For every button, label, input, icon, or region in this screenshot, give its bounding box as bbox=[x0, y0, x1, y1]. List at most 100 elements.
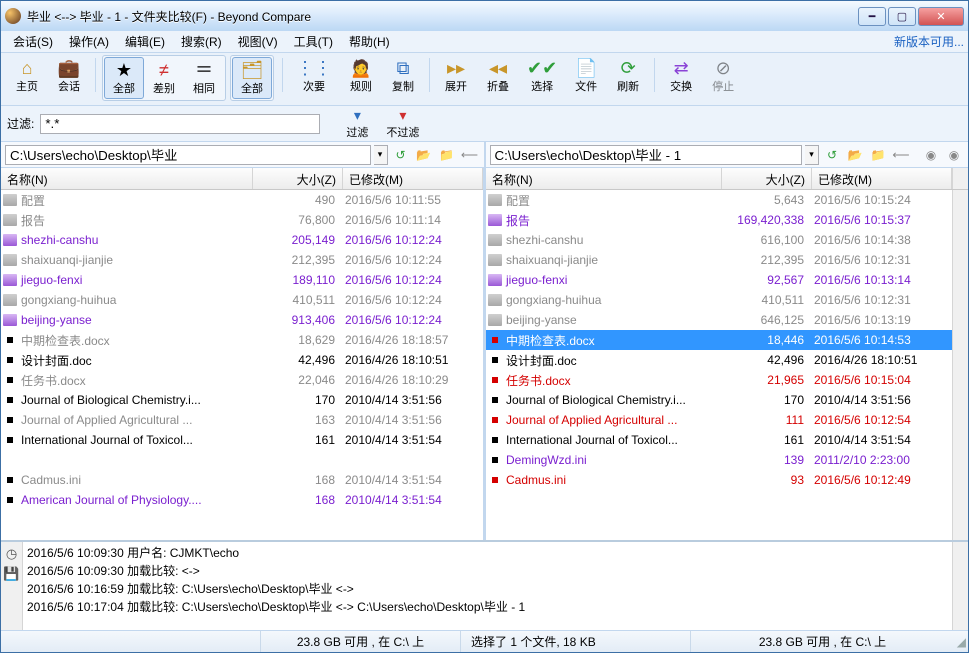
file-row[interactable] bbox=[1, 450, 483, 470]
tool-diff[interactable]: ≠差别 bbox=[144, 57, 184, 99]
menu-edit[interactable]: 编辑(E) bbox=[117, 31, 173, 52]
right-browse-button[interactable]: 📂 bbox=[845, 145, 865, 165]
log-body[interactable]: 2016/5/6 10:09:30 用户名: CJMKT\echo2016/5/… bbox=[23, 542, 952, 630]
file-row[interactable]: beijing-yanse913,4062016/5/6 10:12:24 bbox=[1, 310, 483, 330]
file-row[interactable]: 设计封面.doc42,4962016/4/26 18:10:51 bbox=[486, 350, 952, 370]
tool-all[interactable]: ★全部 bbox=[104, 57, 144, 99]
file-row[interactable]: Journal of Biological Chemistry.i...1702… bbox=[486, 390, 952, 410]
folder-open-icon: 📂 bbox=[416, 148, 431, 162]
save-icon[interactable]: 💾 bbox=[3, 566, 19, 582]
file-row[interactable]: 设计封面.doc42,4962016/4/26 18:10:51 bbox=[1, 350, 483, 370]
menu-view[interactable]: 视图(V) bbox=[230, 31, 286, 52]
right-path-input[interactable] bbox=[490, 145, 803, 165]
file-row[interactable]: jieguo-fenxi92,5672016/5/6 10:13:14 bbox=[486, 270, 952, 290]
tool-collapse[interactable]: ◂◂折叠 bbox=[478, 55, 518, 97]
header-name[interactable]: 名称(N) bbox=[486, 168, 722, 189]
left-back-button[interactable]: ⟵ bbox=[460, 145, 480, 165]
header-size[interactable]: 大小(Z) bbox=[722, 168, 812, 189]
left-rows[interactable]: 配置4902016/5/6 10:11:55报告76,8002016/5/6 1… bbox=[1, 190, 483, 540]
left-history-button[interactable]: ↺ bbox=[391, 145, 411, 165]
header-size[interactable]: 大小(Z) bbox=[253, 168, 343, 189]
menu-session[interactable]: 会话(S) bbox=[5, 31, 61, 52]
left-browse-button[interactable]: 📂 bbox=[414, 145, 434, 165]
left-path-input[interactable] bbox=[5, 145, 371, 165]
file-row[interactable]: gongxiang-huihua410,5112016/5/6 10:12:24 bbox=[1, 290, 483, 310]
header-modified[interactable]: 已修改(M) bbox=[343, 168, 483, 189]
file-row[interactable]: Cadmus.ini1682010/4/14 3:51:54 bbox=[1, 470, 483, 490]
filter-apply-button[interactable]: ▾过滤 bbox=[340, 107, 374, 140]
file-icon bbox=[492, 417, 498, 423]
menu-tools[interactable]: 工具(T) bbox=[286, 31, 341, 52]
file-modified: 2016/5/6 10:14:53 bbox=[810, 333, 950, 347]
file-row[interactable]: 配置5,6432016/5/6 10:15:24 bbox=[486, 190, 952, 210]
right-back-button[interactable]: ⟵ bbox=[891, 145, 911, 165]
back-icon: ⟵ bbox=[461, 148, 478, 162]
file-row[interactable]: jieguo-fenxi189,1102016/5/6 10:12:24 bbox=[1, 270, 483, 290]
filter-clear-button[interactable]: ▾不过滤 bbox=[380, 107, 425, 140]
tool-home[interactable]: ⌂主页 bbox=[7, 55, 47, 97]
file-row[interactable]: beijing-yanse646,1252016/5/6 10:13:19 bbox=[486, 310, 952, 330]
title-bar[interactable]: 毕业 <--> 毕业 - 1 - 文件夹比较(F) - Beyond Compa… bbox=[1, 1, 968, 31]
tool-files[interactable]: 📄文件 bbox=[566, 55, 606, 97]
filter-input[interactable] bbox=[40, 114, 320, 134]
right-nav-prev[interactable]: ◉ bbox=[921, 145, 941, 165]
file-modified: 2016/4/26 18:10:29 bbox=[341, 373, 481, 387]
file-row[interactable]: gongxiang-huihua410,5112016/5/6 10:12:31 bbox=[486, 290, 952, 310]
tool-expand[interactable]: ▸▸展开 bbox=[436, 55, 476, 97]
log-line: 2016/5/6 10:09:30 用户名: CJMKT\echo bbox=[27, 544, 948, 562]
tool-swap[interactable]: ⇄交换 bbox=[661, 55, 701, 97]
status-right-space: 23.8 GB 可用 , 在 C:\ 上 bbox=[691, 631, 954, 652]
log-line: 2016/5/6 10:09:30 加载比较: <-> bbox=[27, 562, 948, 580]
left-path-dropdown[interactable]: ▾ bbox=[374, 145, 388, 165]
resize-grip[interactable]: ◢ bbox=[954, 633, 968, 651]
tool-select[interactable]: ✔✔选择 bbox=[520, 55, 564, 97]
file-modified: 2016/5/6 10:15:37 bbox=[810, 213, 950, 227]
new-version-link[interactable]: 新版本可用... bbox=[894, 33, 964, 50]
file-row[interactable]: shaixuanqi-jianjie212,3952016/5/6 10:12:… bbox=[1, 250, 483, 270]
right-up-button[interactable]: 📁 bbox=[868, 145, 888, 165]
tool-same[interactable]: ＝相同 bbox=[184, 57, 224, 99]
right-rows[interactable]: 配置5,6432016/5/6 10:15:24报告169,420,338201… bbox=[486, 190, 952, 540]
tool-rules[interactable]: 🙍规则 bbox=[341, 55, 381, 97]
file-row[interactable]: 报告76,8002016/5/6 10:11:14 bbox=[1, 210, 483, 230]
file-row[interactable]: shaixuanqi-jianjie212,3952016/5/6 10:12:… bbox=[486, 250, 952, 270]
tool-structure-all[interactable]: 🗂全部 bbox=[232, 57, 272, 99]
file-name: DemingWzd.ini bbox=[506, 453, 587, 467]
file-row[interactable]: International Journal of Toxicol...16120… bbox=[486, 430, 952, 450]
tool-refresh[interactable]: ⟳刷新 bbox=[608, 55, 648, 97]
file-icon bbox=[7, 417, 13, 423]
right-scrollbar[interactable] bbox=[952, 190, 968, 540]
header-name[interactable]: 名称(N) bbox=[1, 168, 253, 189]
right-history-button[interactable]: ↺ bbox=[822, 145, 842, 165]
file-row[interactable]: Cadmus.ini932016/5/6 10:12:49 bbox=[486, 470, 952, 490]
menu-help[interactable]: 帮助(H) bbox=[341, 31, 398, 52]
file-row[interactable]: 任务书.docx22,0462016/4/26 18:10:29 bbox=[1, 370, 483, 390]
file-row[interactable]: 中期检查表.docx18,6292016/4/26 18:18:57 bbox=[1, 330, 483, 350]
file-row[interactable]: shezhi-canshu616,1002016/5/6 10:14:38 bbox=[486, 230, 952, 250]
menu-actions[interactable]: 操作(A) bbox=[61, 31, 117, 52]
file-row[interactable]: American Journal of Physiology....168201… bbox=[1, 490, 483, 510]
log-scrollbar[interactable] bbox=[952, 542, 968, 630]
header-modified[interactable]: 已修改(M) bbox=[812, 168, 952, 189]
file-row[interactable]: DemingWzd.ini1392011/2/10 2:23:00 bbox=[486, 450, 952, 470]
file-row[interactable]: Journal of Biological Chemistry.i...1702… bbox=[1, 390, 483, 410]
tool-session[interactable]: 💼会话 bbox=[49, 55, 89, 97]
close-button[interactable]: ✕ bbox=[918, 7, 964, 26]
maximize-button[interactable]: ▢ bbox=[888, 7, 916, 26]
right-nav-next[interactable]: ◉ bbox=[944, 145, 964, 165]
menu-search[interactable]: 搜索(R) bbox=[173, 31, 230, 52]
file-row[interactable]: 任务书.docx21,9652016/5/6 10:15:04 bbox=[486, 370, 952, 390]
file-row[interactable]: Journal of Applied Agricultural ...16320… bbox=[1, 410, 483, 430]
referee-icon: 🙍 bbox=[350, 58, 372, 78]
file-row[interactable]: 报告169,420,3382016/5/6 10:15:37 bbox=[486, 210, 952, 230]
right-path-dropdown[interactable]: ▾ bbox=[805, 145, 819, 165]
left-up-button[interactable]: 📁 bbox=[437, 145, 457, 165]
file-row[interactable]: International Journal of Toxicol...16120… bbox=[1, 430, 483, 450]
file-row[interactable]: 配置4902016/5/6 10:11:55 bbox=[1, 190, 483, 210]
minimize-button[interactable]: ━ bbox=[858, 7, 886, 26]
file-row[interactable]: 中期检查表.docx18,4462016/5/6 10:14:53 bbox=[486, 330, 952, 350]
file-row[interactable]: shezhi-canshu205,1492016/5/6 10:12:24 bbox=[1, 230, 483, 250]
tool-copy[interactable]: ⧉复制 bbox=[383, 55, 423, 97]
tool-minor[interactable]: ⋮⋮次要 bbox=[289, 55, 339, 97]
file-row[interactable]: Journal of Applied Agricultural ...11120… bbox=[486, 410, 952, 430]
